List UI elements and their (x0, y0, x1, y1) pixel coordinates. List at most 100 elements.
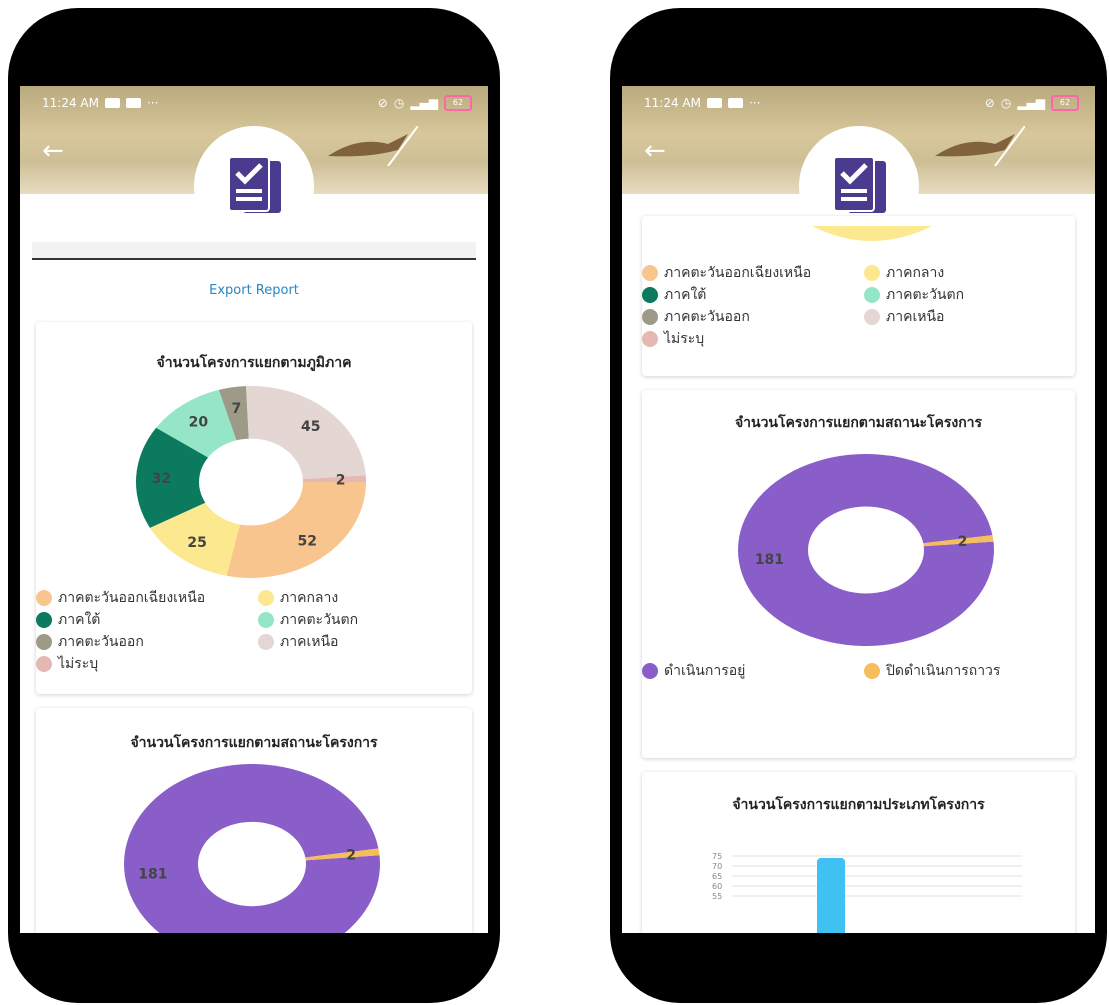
slice-value-label: 2 (346, 848, 356, 864)
legend-item-east: ภาคตะวันออก (642, 306, 750, 328)
y-tick-label: 70 (712, 862, 722, 871)
legend-item-west: ภาคตะวันตก (864, 284, 964, 306)
donut-hole (199, 438, 303, 526)
donut-hole (198, 821, 306, 907)
status-chart-title: จำนวนโครงการแยกตามสถานะโครงการ (734, 415, 983, 431)
legend-label: ภาคใต้ (58, 612, 101, 628)
legend-dot (864, 309, 880, 325)
y-tick-label: 55 (712, 892, 722, 901)
legend-label: ภาคตะวันตก (280, 612, 359, 628)
banner-decoration (328, 126, 418, 166)
legend-item-northeast: ภาคตะวันออกเฉียงเหนือ (642, 262, 811, 284)
legend-label: ภาคกลาง (886, 265, 945, 281)
slice-value-label: 2 (336, 472, 346, 488)
message-icon (706, 98, 722, 108)
legend-label: ภาคเหนือ (886, 309, 945, 325)
status-time: 11:24 AM (644, 96, 701, 110)
legend-dot (36, 590, 52, 606)
region-legend: ภาคตะวันออกเฉียงเหนือ ภาคกลาง ภาคใต้ ภาค… (642, 262, 1075, 372)
screen-left: 11:24 AM ··· ⊘ ◷ ▂▄▆ 62 ← Export Report … (20, 86, 488, 933)
phone-left: 11:24 AM ··· ⊘ ◷ ▂▄▆ 62 ← Export Report … (8, 8, 500, 1003)
legend-dot (258, 590, 274, 606)
status-chart-title: จำนวนโครงการแยกตามสถานะโครงการ (130, 735, 378, 751)
status-bar: 11:24 AM ··· ⊘ ◷ ▂▄▆ 62 (20, 86, 488, 120)
app-logo (194, 126, 314, 246)
legend-label: ดำเนินการอยู่ (664, 663, 746, 679)
legend-label: ไม่ระบุ (58, 656, 99, 672)
type-chart-card: จำนวนโครงการแยกตามประเภทโครงการ 75 70 65 60… (642, 772, 1075, 933)
y-tick-label: 75 (712, 852, 722, 861)
legend-dot (642, 309, 658, 325)
legend-item-north: ภาคเหนือ (864, 306, 944, 328)
legend-item-east: ภาคตะวันออก (36, 631, 144, 653)
legend-dot (642, 331, 658, 347)
section-divider (32, 242, 476, 260)
legend-dot (258, 612, 274, 628)
legend-dot (642, 663, 658, 679)
legend-item-south: ภาคใต้ (642, 284, 706, 306)
status-dots: ··· (748, 96, 761, 110)
status-chart-card: จำนวนโครงการแยกตามสถานะโครงการ 181 2 ดำเน… (642, 390, 1075, 758)
status-chart-card: จำนวนโครงการแยกตามสถานะโครงการ 181 2 (36, 708, 472, 933)
legend-dot (864, 287, 880, 303)
legend-label: ภาคตะวันออก (58, 634, 144, 650)
slice-value-label: 2 (958, 534, 968, 550)
checklist-icon (832, 156, 886, 213)
region-legend: ภาคตะวันออกเฉียงเหนือ ภาคกลาง ภาคใต้ ภาค… (36, 587, 472, 694)
y-tick-label: 65 (712, 872, 722, 881)
legend-label: ภาคกลาง (280, 590, 339, 606)
legend-dot (642, 265, 658, 281)
legend-item-central: ภาคกลาง (258, 587, 338, 609)
legend-item-central: ภาคกลาง (864, 262, 944, 284)
legend-item-west: ภาคตะวันตก (258, 609, 358, 631)
legend-dot (864, 663, 880, 679)
back-arrow-icon[interactable]: ← (644, 136, 666, 166)
status-donut-chart: 1812 (124, 764, 380, 933)
legend-label: ปิดดำเนินการถาวร (886, 663, 1001, 679)
status-dots: ··· (146, 96, 159, 110)
donut-hole (808, 506, 924, 594)
legend-dot (258, 634, 274, 650)
slice-value-label: 52 (298, 533, 317, 549)
checklist-icon (228, 156, 281, 213)
legend-label: ภาคตะวันออกเฉียงเหนือ (664, 265, 812, 281)
legend-label: ภาคใต้ (664, 287, 707, 303)
slice-value-label: 181 (755, 552, 784, 568)
export-report-link[interactable]: Export Report (20, 283, 488, 298)
screen-right: 11:24 AM ··· ⊘ ◷ ▂▄▆ 62 ← ภาคตะวันออกเฉี… (622, 86, 1095, 933)
region-chart-title: จำนวนโครงการแยกตามภูมิภาค (156, 355, 352, 371)
slice-value-label: 45 (301, 419, 320, 435)
message-icon (125, 98, 141, 108)
status-donut-chart: 1812 (738, 454, 994, 646)
type-bar-chart: 7570656055 (712, 852, 1022, 933)
message-icon (104, 98, 120, 108)
legend-dot (642, 287, 658, 303)
alarm-icon: ◷ (393, 96, 405, 110)
legend-label: ภาคตะวันออกเฉียงเหนือ (58, 590, 206, 606)
region-donut-chart: 52 25 32 20 7 45 2 (136, 386, 366, 578)
mute-icon: ⊘ (984, 96, 995, 110)
signal-icon: ▂▄▆ (1017, 96, 1045, 110)
status-legend: ดำเนินการอยู่ ปิดดำเนินการถาวร (642, 660, 1075, 690)
legend-item-north: ภาคเหนือ (258, 631, 338, 653)
region-donut-edge (812, 226, 932, 241)
legend-dot (36, 612, 52, 628)
signal-icon: ▂▄▆ (410, 96, 438, 110)
back-arrow-icon[interactable]: ← (42, 136, 64, 166)
legend-dot (36, 634, 52, 650)
alarm-icon: ◷ (1000, 96, 1012, 110)
slice-value-label: 7 (232, 401, 242, 417)
legend-item-active: ดำเนินการอยู่ (642, 660, 745, 682)
phone-right: 11:24 AM ··· ⊘ ◷ ▂▄▆ 62 ← ภาคตะวันออกเฉี… (610, 8, 1107, 1003)
slice-value-label: 25 (187, 535, 206, 551)
region-chart-card-scrolled: ภาคตะวันออกเฉียงเหนือ ภาคกลาง ภาคใต้ ภาค… (642, 216, 1075, 376)
battery-icon: 62 (1051, 95, 1079, 111)
message-icon (727, 98, 743, 108)
legend-item-closed: ปิดดำเนินการถาวร (864, 660, 1000, 682)
battery-icon: 62 (444, 95, 472, 111)
type-bar (817, 858, 845, 933)
status-bar: 11:24 AM ··· ⊘ ◷ ▂▄▆ 62 (622, 86, 1095, 120)
y-tick-label: 60 (712, 882, 722, 891)
mute-icon: ⊘ (377, 96, 388, 110)
slice-value-label: 20 (189, 414, 209, 430)
